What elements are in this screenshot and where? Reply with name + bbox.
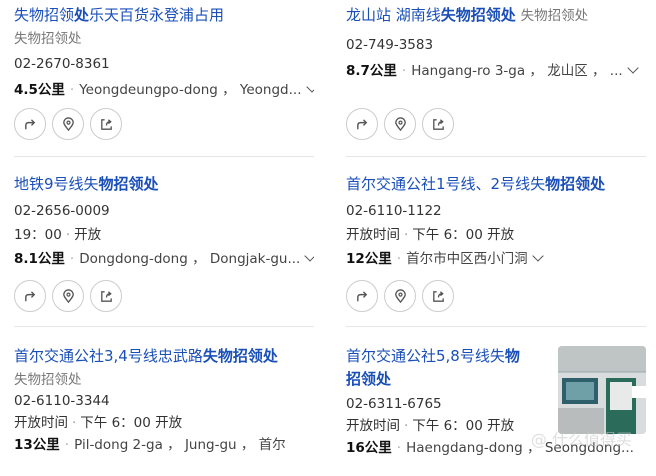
phone-number[interactable]: 02-2656-0009 <box>14 200 314 222</box>
photo-image <box>558 346 646 434</box>
directions-button[interactable] <box>14 280 46 312</box>
location-button[interactable] <box>384 108 416 140</box>
category-label: 失物招领处 <box>14 31 82 47</box>
divider <box>346 326 646 327</box>
place-title[interactable]: 龙山站 湖南线失物招领处 失物招领处 <box>346 4 646 28</box>
place-title[interactable]: 首尔交通公社3,4号线忠武路失物招领处 <box>14 345 314 368</box>
directions-icon <box>356 290 367 301</box>
share-button[interactable] <box>90 108 122 140</box>
divider <box>14 326 314 327</box>
share-button[interactable] <box>422 280 454 312</box>
place-photo[interactable] <box>558 346 646 434</box>
place-title[interactable]: 失物招领处乐天百货永登浦占用 <box>14 4 314 27</box>
opening-hours: 19：00 · 开放 <box>14 227 102 243</box>
directions-button[interactable] <box>346 280 378 312</box>
chevron-down-icon <box>304 250 314 262</box>
distance-address[interactable]: 8.1公里 · Dongdong-dong ， Dongjak-gu... <box>14 248 314 270</box>
directions-icon <box>24 118 35 129</box>
result-card[interactable]: 首尔交通公社3,4号线忠武路失物招领处 失物招领处 02-6110-3344 开… <box>14 345 314 456</box>
result-card[interactable]: 首尔交通公社1号线、2号线失物招领处 02-6110-1122 开放时间 · 下午 … <box>346 173 646 270</box>
distance-address[interactable]: 4.5公里 · Yeongdeungpo-dong ， Yeongd... <box>14 79 314 101</box>
place-title[interactable]: 首尔交通公社1号线、2号线失物招领处 <box>346 173 646 196</box>
distance-address[interactable]: 8.7公里 · Hangang-ro 3-ga ， 龙山区 ， ... <box>346 60 646 82</box>
category-label: 失物招领处 <box>520 8 589 24</box>
share-icon <box>100 118 112 130</box>
location-pin-icon <box>394 288 406 303</box>
place-title[interactable]: 地铁9号线失物招领处 <box>14 173 314 196</box>
opening-hours: 开放时间 · 下午 6：00 开放 <box>14 415 183 431</box>
location-pin-icon <box>62 288 74 303</box>
directions-icon <box>24 290 35 301</box>
action-bar <box>346 280 454 312</box>
phone-number[interactable]: 02-6110-3344 <box>14 390 314 412</box>
action-bar <box>14 280 122 312</box>
phone-number[interactable]: 02-749-3583 <box>346 34 646 56</box>
directions-button[interactable] <box>346 108 378 140</box>
divider <box>14 156 314 157</box>
distance-address[interactable]: 12公里 · 首尔市中区西小门洞 <box>346 248 646 270</box>
chevron-down-icon <box>305 81 314 93</box>
divider <box>346 156 646 157</box>
location-button[interactable] <box>52 108 84 140</box>
action-bar <box>14 108 122 140</box>
share-icon <box>432 118 444 130</box>
opening-hours: 开放时间 · 下午 6：00 开放 <box>346 227 515 243</box>
chevron-down-icon <box>531 250 544 262</box>
location-pin-icon <box>394 116 406 131</box>
share-button[interactable] <box>422 108 454 140</box>
distance-address[interactable]: 13公里 · Pil-dong 2-ga ， Jung-gu ， 首尔 <box>14 434 314 456</box>
result-card[interactable]: 龙山站 湖南线失物招领处 失物招领处 02-749-3583 8.7公里 · Han… <box>346 4 646 82</box>
result-card[interactable]: 首尔交通公社5,8号线失物 招领处 02-6311-6765 开放时间 · 下午 6：… <box>346 345 634 459</box>
share-icon <box>432 290 444 302</box>
location-pin-icon <box>62 116 74 131</box>
result-card[interactable]: 地铁9号线失物招领处 02-2656-0009 19：00 · 开放 8.1公里 · D… <box>14 173 314 270</box>
location-button[interactable] <box>384 280 416 312</box>
share-icon <box>100 290 112 302</box>
opening-hours: 开放时间 · 下午 6：00 开放 <box>346 418 515 434</box>
phone-number[interactable]: 02-6110-1122 <box>346 200 646 222</box>
directions-icon <box>356 118 367 129</box>
share-button[interactable] <box>90 280 122 312</box>
directions-button[interactable] <box>14 108 46 140</box>
phone-number[interactable]: 02-2670-8361 <box>14 53 314 75</box>
location-button[interactable] <box>52 280 84 312</box>
chevron-down-icon <box>627 62 639 74</box>
watermark: @ 什么值得买 <box>530 430 632 449</box>
category-label: 失物招领处 <box>14 372 82 388</box>
place-title[interactable]: 首尔交通公社5,8号线失物 招领处 <box>346 345 546 391</box>
action-bar <box>346 108 454 140</box>
result-card[interactable]: 失物招领处乐天百货永登浦占用 失物招领处 02-2670-8361 4.5公里 ·… <box>14 4 314 101</box>
phone-number[interactable]: 02-6311-6765 <box>346 393 546 415</box>
